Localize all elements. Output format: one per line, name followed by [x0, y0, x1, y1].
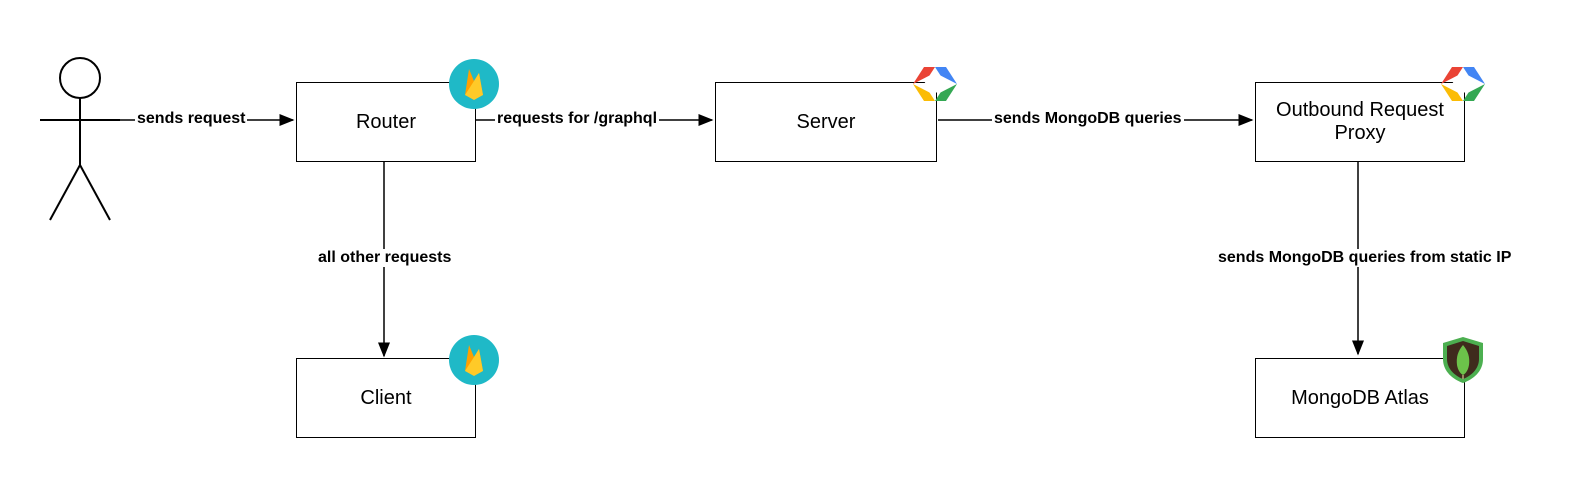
mongodb-icon: [1438, 335, 1488, 385]
edge-label-server-proxy: sends MongoDB queries: [992, 110, 1184, 128]
node-atlas: MongoDB Atlas: [1255, 358, 1465, 438]
node-client: Client: [296, 358, 476, 438]
node-router: Router: [296, 82, 476, 162]
gcp-icon: [910, 59, 960, 109]
edge-label-router-server: requests for /graphql: [495, 110, 659, 128]
node-server: Server: [715, 82, 937, 162]
node-label: Outbound Request Proxy: [1268, 99, 1452, 145]
node-label: Router: [356, 111, 416, 134]
node-label: MongoDB Atlas: [1291, 387, 1429, 410]
edge-label-actor-router: sends request: [135, 110, 247, 128]
node-proxy: Outbound Request Proxy: [1255, 82, 1465, 162]
edge-label-router-client: all other requests: [316, 249, 453, 267]
node-label: Client: [360, 387, 411, 410]
actor-icon: [40, 58, 120, 220]
firebase-icon: [449, 59, 499, 109]
edge-label-proxy-atlas: sends MongoDB queries from static IP: [1216, 249, 1513, 267]
node-label: Server: [797, 111, 856, 134]
gcp-icon: [1438, 59, 1488, 109]
firebase-icon: [449, 335, 499, 385]
